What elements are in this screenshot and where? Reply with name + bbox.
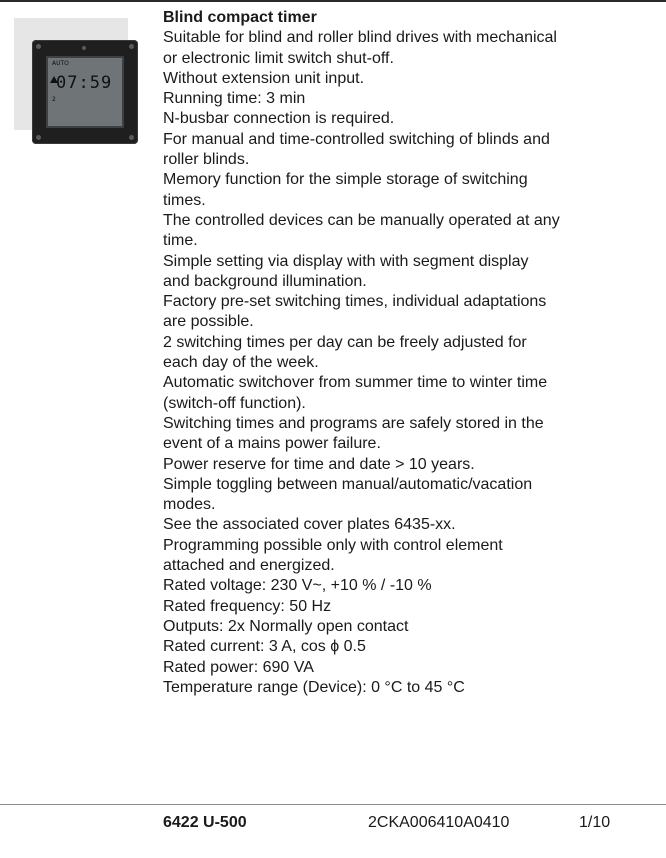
corner-screw-icon <box>129 135 134 140</box>
description-line: Rated current: 3 A, cos ϕ 0.5 <box>163 638 366 656</box>
description-line: Programming possible only with control e… <box>163 536 503 554</box>
timer-device-plate: AUTO 07:59 2 <box>32 40 138 144</box>
description-line: 2 switching times per day can be freely … <box>163 333 527 351</box>
description-line: Outputs: 2x Normally open contact <box>163 617 409 635</box>
description-line: Rated frequency: 50 Hz <box>163 597 332 615</box>
description-line: modes. <box>163 496 216 514</box>
description-line: Rated power: 690 VA <box>163 658 314 676</box>
description-line: Simple setting via display with with seg… <box>163 252 529 270</box>
description-line: Power reserve for time and date > 10 yea… <box>163 455 475 473</box>
description-line: each day of the week. <box>163 354 319 372</box>
description-line: Memory function for the simple storage o… <box>163 171 528 189</box>
product-code: 6422 U-500 <box>163 814 247 831</box>
description-line: roller blinds. <box>163 151 250 169</box>
corner-screw-icon <box>36 44 41 49</box>
description-line: Without extension unit input. <box>163 69 365 87</box>
lcd-mode-label: AUTO <box>52 60 69 67</box>
description-line: Rated voltage: 230 V~, +10 % / -10 % <box>163 577 432 595</box>
corner-screw-icon <box>36 135 41 140</box>
description-lines: Suitable for blind and roller blind driv… <box>163 28 663 698</box>
description-line: event of a mains power failure. <box>163 435 381 453</box>
description-line: The controlled devices can be manually o… <box>163 211 560 229</box>
description-line: or electronic limit switch shut-off. <box>163 49 394 67</box>
description-line: times. <box>163 191 206 209</box>
product-description: Blind compact timer Suitable for blind a… <box>163 8 663 698</box>
pack-quantity: 1/10 <box>579 814 611 831</box>
sensor-dot-icon <box>82 46 86 50</box>
lcd-display: AUTO 07:59 2 <box>46 56 124 128</box>
description-line: Simple toggling between manual/automatic… <box>163 475 533 493</box>
footer-rule <box>0 804 666 805</box>
product-image: AUTO 07:59 2 <box>14 18 138 144</box>
description-line: Automatic switchover from summer time to… <box>163 374 548 392</box>
description-line: N-busbar connection is required. <box>163 110 395 128</box>
description-line: Switching times and programs are safely … <box>163 414 544 432</box>
description-line: Factory pre-set switching times, individ… <box>163 293 547 311</box>
description-line: See the associated cover plates 6435-xx. <box>163 516 456 534</box>
lcd-day: 2 <box>52 96 56 103</box>
description-line: time. <box>163 232 198 250</box>
description-line: (switch-off function). <box>163 394 306 412</box>
top-rule <box>0 0 666 2</box>
product-title: Blind compact timer <box>163 9 317 26</box>
description-line: attached and energized. <box>163 557 335 575</box>
description-line: For manual and time-controlled switching… <box>163 130 550 148</box>
order-number: 2CKA006410A0410 <box>368 814 510 831</box>
lcd-time: 07:59 <box>56 73 113 93</box>
corner-screw-icon <box>129 44 134 49</box>
description-line: and background illumination. <box>163 272 367 290</box>
description-line: Running time: 3 min <box>163 90 306 108</box>
description-line: are possible. <box>163 313 254 331</box>
description-line: Suitable for blind and roller blind driv… <box>163 29 557 47</box>
description-line: Temperature range (Device): 0 °C to 45 °… <box>163 678 465 696</box>
